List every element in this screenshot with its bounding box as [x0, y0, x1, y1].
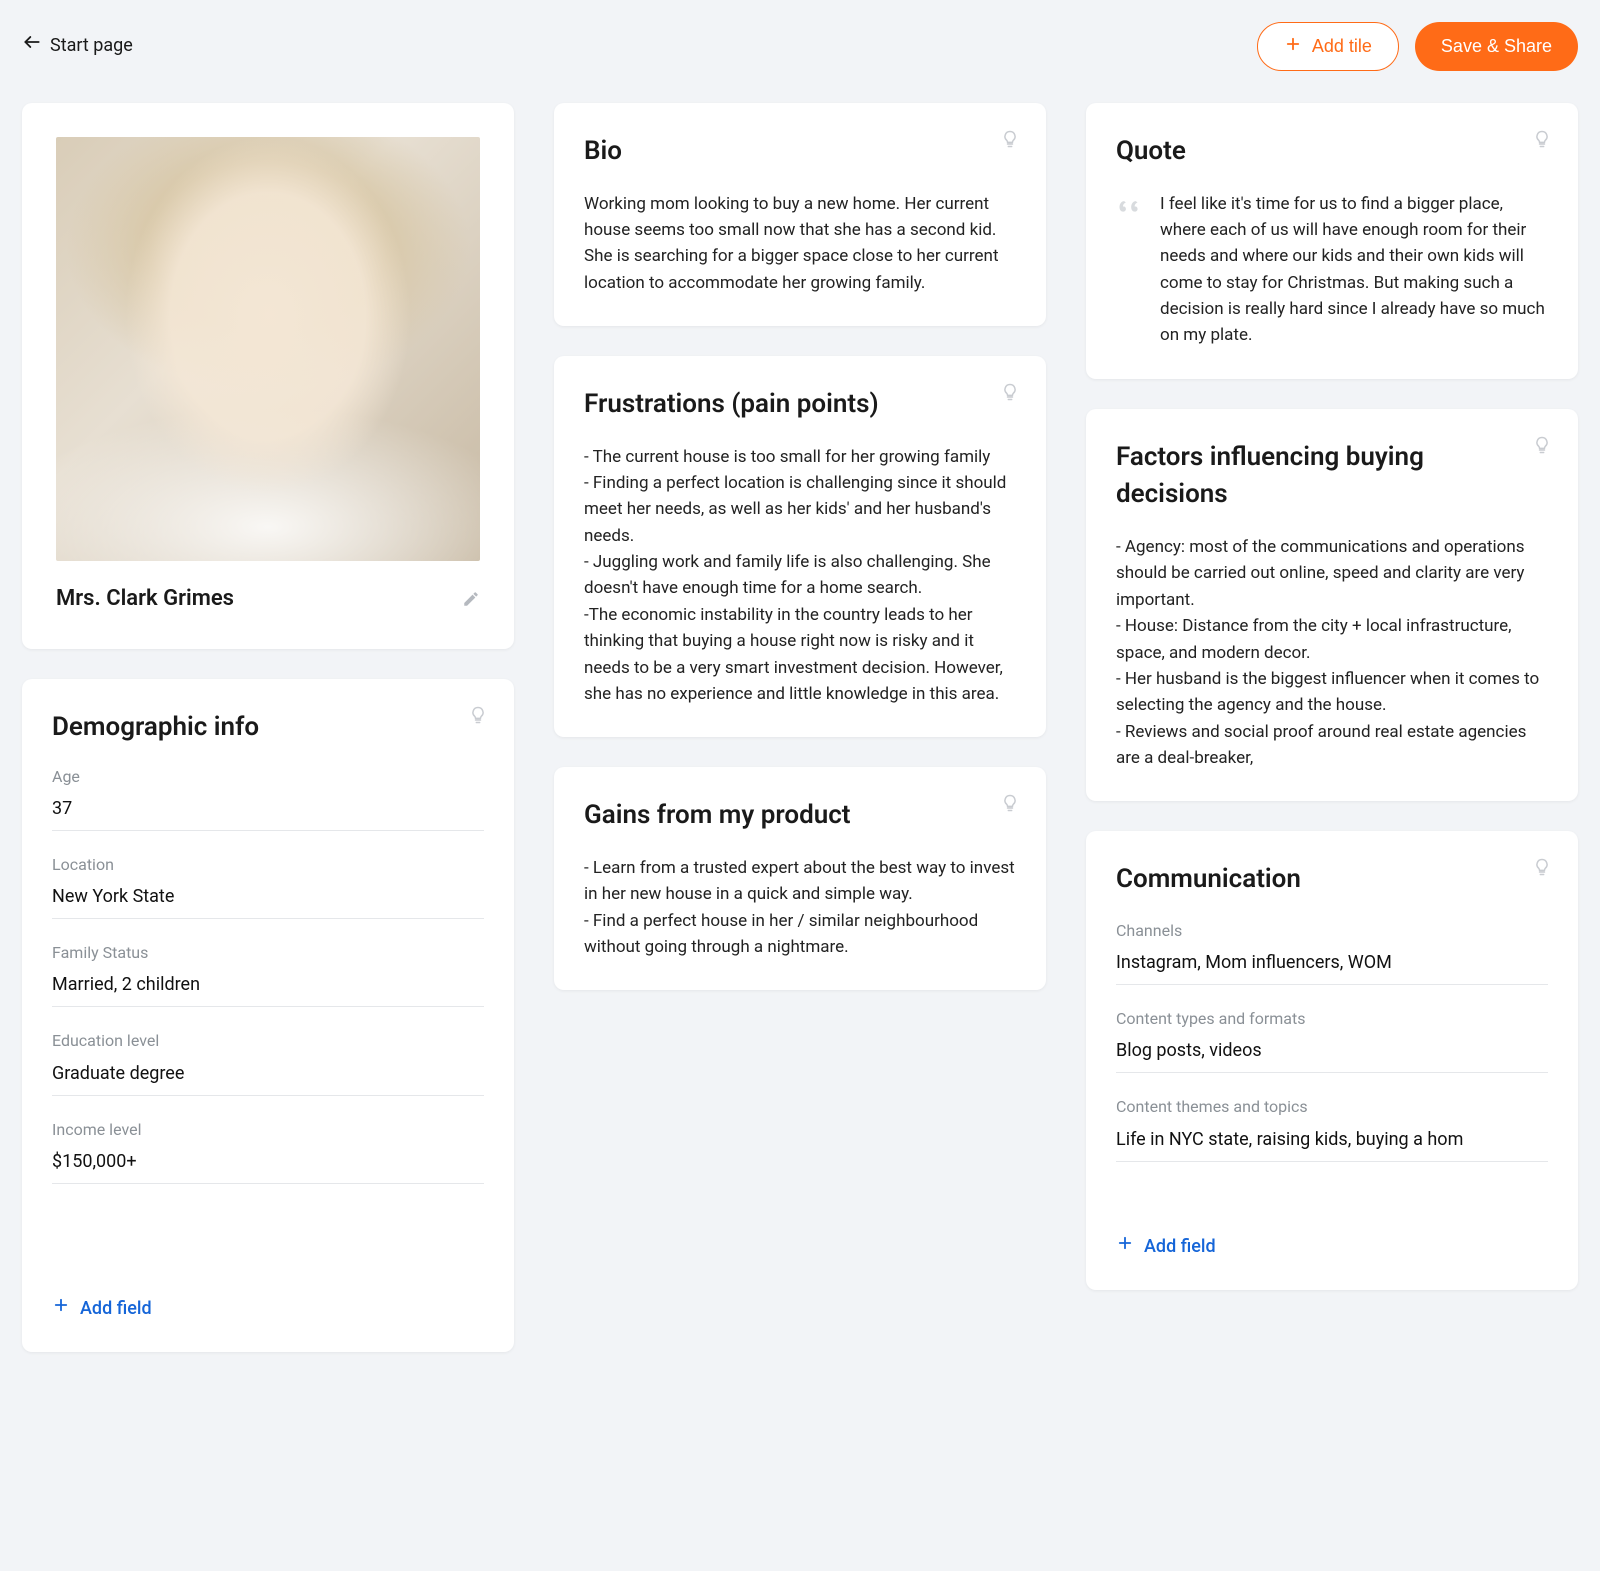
quote-title: Quote [1116, 133, 1548, 171]
channels-label: Channels [1116, 919, 1548, 942]
field-channels: Channels Instagram, Mom influencers, WOM [1116, 919, 1548, 985]
lightbulb-icon[interactable] [468, 705, 488, 725]
content-types-label: Content types and formats [1116, 1007, 1548, 1030]
quote-text[interactable]: I feel like it's time for us to find a b… [1160, 191, 1548, 349]
field-education: Education level Graduate degree [52, 1029, 484, 1095]
bio-text[interactable]: Working mom looking to buy a new home. H… [584, 191, 1016, 296]
content-types-value[interactable]: Blog posts, videos [1116, 1038, 1548, 1073]
add-tile-button[interactable]: Add tile [1257, 22, 1399, 71]
education-value[interactable]: Graduate degree [52, 1061, 484, 1096]
pencil-icon[interactable] [462, 590, 480, 608]
add-tile-label: Add tile [1312, 36, 1372, 57]
field-content-types: Content types and formats Blog posts, vi… [1116, 1007, 1548, 1073]
add-field-label: Add field [1144, 1234, 1216, 1260]
family-status-value[interactable]: Married, 2 children [52, 972, 484, 1007]
factors-card: Factors influencing buying decisions - A… [1086, 409, 1578, 801]
content-columns: Mrs. Clark Grimes Demographic info Age 3… [22, 103, 1578, 1352]
age-label: Age [52, 765, 484, 788]
lightbulb-icon[interactable] [1532, 857, 1552, 877]
communication-title: Communication [1116, 861, 1548, 899]
gains-title: Gains from my product [584, 797, 1016, 835]
gains-text[interactable]: - Learn from a trusted expert about the … [584, 855, 1016, 960]
lightbulb-icon[interactable] [1000, 382, 1020, 402]
add-field-button[interactable]: Add field [1116, 1234, 1216, 1260]
header: Start page Add tile Save & Share [22, 0, 1578, 103]
header-actions: Add tile Save & Share [1257, 22, 1578, 71]
frustrations-card: Frustrations (pain points) - The current… [554, 356, 1046, 737]
add-field-label: Add field [80, 1296, 152, 1322]
field-family-status: Family Status Married, 2 children [52, 941, 484, 1007]
quote-card: Quote I feel like it's time for us to fi… [1086, 103, 1578, 379]
save-share-label: Save & Share [1441, 36, 1552, 57]
income-label: Income level [52, 1118, 484, 1141]
add-field-button[interactable]: Add field [52, 1296, 152, 1322]
frustrations-text[interactable]: - The current house is too small for her… [584, 444, 1016, 707]
frustrations-title: Frustrations (pain points) [584, 386, 1016, 424]
gains-card: Gains from my product - Learn from a tru… [554, 767, 1046, 990]
field-income: Income level $150,000+ [52, 1118, 484, 1184]
avatar[interactable] [56, 137, 480, 561]
lightbulb-icon[interactable] [1532, 435, 1552, 455]
back-link[interactable]: Start page [22, 32, 133, 60]
location-value[interactable]: New York State [52, 884, 484, 919]
field-content-themes: Content themes and topics Life in NYC st… [1116, 1095, 1548, 1161]
content-themes-label: Content themes and topics [1116, 1095, 1548, 1118]
quote-icon [1116, 193, 1144, 349]
column-1: Mrs. Clark Grimes Demographic info Age 3… [22, 103, 514, 1352]
profile-card: Mrs. Clark Grimes [22, 103, 514, 649]
field-location: Location New York State [52, 853, 484, 919]
back-label: Start page [50, 33, 133, 59]
family-status-label: Family Status [52, 941, 484, 964]
lightbulb-icon[interactable] [1532, 129, 1552, 149]
lightbulb-icon[interactable] [1000, 793, 1020, 813]
person-name: Mrs. Clark Grimes [56, 583, 234, 615]
column-2: Bio Working mom looking to buy a new hom… [554, 103, 1046, 990]
column-3: Quote I feel like it's time for us to fi… [1086, 103, 1578, 1290]
communication-card: Communication Channels Instagram, Mom in… [1086, 831, 1578, 1290]
plus-icon [1284, 35, 1302, 58]
factors-title: Factors influencing buying decisions [1116, 439, 1548, 514]
save-share-button[interactable]: Save & Share [1415, 22, 1578, 71]
income-value[interactable]: $150,000+ [52, 1149, 484, 1184]
age-value[interactable]: 37 [52, 796, 484, 831]
plus-icon [1116, 1234, 1134, 1260]
field-age: Age 37 [52, 765, 484, 831]
arrow-left-icon [22, 32, 42, 60]
plus-icon [52, 1296, 70, 1322]
bio-card: Bio Working mom looking to buy a new hom… [554, 103, 1046, 326]
demographic-title: Demographic info [52, 709, 484, 747]
demographic-card: Demographic info Age 37 Location New Yor… [22, 679, 514, 1352]
lightbulb-icon[interactable] [1000, 129, 1020, 149]
content-themes-value[interactable]: Life in NYC state, raising kids, buying … [1116, 1127, 1548, 1162]
channels-value[interactable]: Instagram, Mom influencers, WOM [1116, 950, 1548, 985]
education-label: Education level [52, 1029, 484, 1052]
location-label: Location [52, 853, 484, 876]
factors-text[interactable]: - Agency: most of the communications and… [1116, 534, 1548, 771]
bio-title: Bio [584, 133, 1016, 171]
